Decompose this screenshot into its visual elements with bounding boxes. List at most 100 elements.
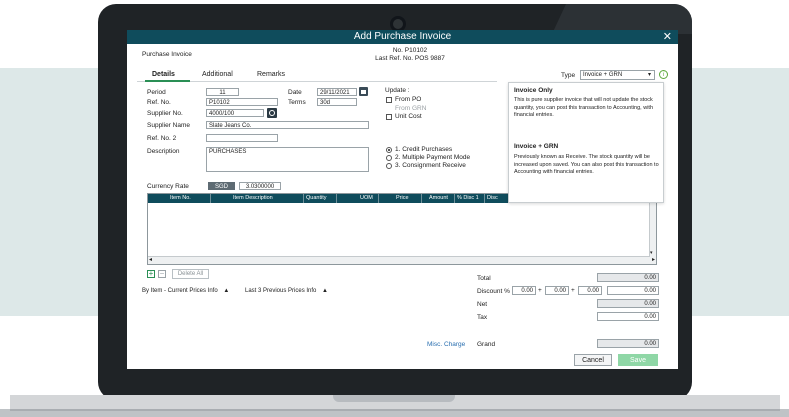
from-po-label: From PO [395,96,422,103]
search-icon[interactable] [267,108,277,118]
supplier-no-label: Supplier No. [147,110,183,117]
discount-label: Discount % [477,288,510,295]
cancel-button[interactable]: Cancel [574,354,612,366]
date-label: Date [288,89,302,96]
consignment-label: 3. Consignment Receive [395,162,466,169]
invoice-grn-title: Invoice + GRN [514,143,559,150]
from-po-checkbox[interactable] [386,97,392,103]
app-window: Add Purchase Invoice ✕ Purchase Invoice … [127,30,678,369]
currency-code[interactable]: SGD [208,182,235,190]
update-label: Update : [385,87,410,94]
add-row-icon[interactable]: + [147,270,155,278]
chevron-down-icon: ▾ [647,72,651,78]
document-number: No. P10102 [392,47,428,54]
consignment-radio[interactable] [386,163,392,169]
unit-cost-label: Unit Cost [395,113,422,120]
scroll-down-icon[interactable]: ▾ [650,250,653,256]
tax-value[interactable]: 0.00 [597,312,659,321]
grand-label: Grand [477,341,496,348]
plus-sign: + [538,287,542,294]
col-quantity: Quantity [306,195,327,201]
vertical-scrollbar[interactable]: ▾ [649,203,656,257]
currency-rate-label: Currency Rate [147,183,189,190]
search-icon-lens [269,110,275,116]
description-label: Description [147,148,180,155]
tab-underline [137,81,497,82]
multiple-payment-label: 2. Multiple Payment Mode [395,154,471,161]
col-separator [484,194,485,203]
discount-2-field[interactable]: 0.00 [545,286,569,295]
period-label: Period [147,89,166,96]
discount-1-field[interactable]: 0.00 [512,286,536,295]
terms-field[interactable]: 30d [317,98,357,106]
invoice-only-text: This is pure supplier invoice that will … [514,97,654,118]
supplier-no-field[interactable]: 4000/100 [206,109,264,117]
info-icon[interactable]: i [659,70,668,79]
title-bar: Add Purchase Invoice ✕ [127,30,678,44]
calendar-icon[interactable] [359,87,368,96]
window-title: Add Purchase Invoice [353,31,452,42]
col-separator [378,194,379,203]
period-field[interactable]: 11 [206,88,239,96]
date-field[interactable]: 29/11/2021 [317,88,357,96]
col-separator [336,194,337,203]
net-label: Net [477,301,488,308]
type-info-popup: Invoice Only This is pure supplier invoi… [508,82,664,203]
misc-charge-link[interactable]: Misc. Charge [427,341,465,348]
col-separator [421,194,422,203]
horizontal-scrollbar[interactable]: ◂ ▸ [148,256,656,264]
col-separator [303,194,304,203]
description-field[interactable]: PURCHASES [206,147,369,172]
col-price: Price [396,195,409,201]
delete-all-button[interactable]: Delete All [172,269,209,279]
refno2-field[interactable] [206,134,278,142]
total-label: Total [477,275,491,282]
expand-up-icon: ▲ [322,288,328,294]
type-select-value: Invoice + GRN [583,72,623,78]
scroll-left-icon[interactable]: ◂ [149,256,152,263]
previous-prices-text: Last 3 Previous Prices Info [245,288,317,294]
tab-additional[interactable]: Additional [202,71,233,78]
net-value: 0.00 [597,299,659,308]
scroll-right-icon[interactable]: ▸ [652,256,655,263]
current-prices-link[interactable]: By Item - Current Prices Info ▲ [142,288,229,294]
credit-purchases-label: 1. Credit Purchases [395,146,453,153]
from-grn-label: From GRN [395,105,427,112]
col-disc: Disc [487,195,498,201]
tab-details[interactable]: Details [152,71,175,78]
plus-sign: + [571,287,575,294]
total-value: 0.00 [597,273,659,282]
type-label: Type [561,72,576,79]
laptop-notch [333,395,455,402]
col-amount: Amount [429,195,448,201]
previous-prices-link[interactable]: Last 3 Previous Prices Info ▲ [245,288,328,294]
invoice-only-title: Invoice Only [514,87,553,94]
save-button[interactable]: Save [618,354,658,366]
terms-label: Terms [288,99,306,106]
tab-active-indicator [145,80,190,82]
col-item-no: Item No. [170,195,191,201]
unit-cost-checkbox[interactable] [386,114,392,120]
refno-label: Ref. No. [147,99,171,106]
remove-row-icon[interactable]: − [158,270,166,278]
col-separator [210,194,211,203]
col-item-description: Item Description [233,195,273,201]
tax-label: Tax [477,314,488,321]
discount-3-field[interactable]: 0.00 [578,286,602,295]
credit-purchases-radio[interactable] [386,147,392,153]
supplier-name-label: Supplier Name [147,122,190,129]
item-grid[interactable]: Item No. Item Description Quantity UOM P… [147,193,657,265]
supplier-name-field[interactable]: Slate Jeans Co. [206,121,369,129]
expand-up-icon: ▲ [223,288,230,294]
col-disc1: % Disc 1 [457,195,479,201]
section-title: Purchase Invoice [142,51,192,58]
close-icon[interactable]: ✕ [663,30,672,44]
refno-field[interactable]: P10102 [206,98,278,106]
currency-rate-field[interactable]: 3.0300000 [239,182,281,190]
type-select[interactable]: Invoice + GRN ▾ [580,70,655,80]
discount-value[interactable]: 0.00 [607,286,659,295]
col-uom: UOM [360,195,373,201]
col-separator [454,194,455,203]
multiple-payment-radio[interactable] [386,155,392,161]
tab-remarks[interactable]: Remarks [257,71,285,78]
